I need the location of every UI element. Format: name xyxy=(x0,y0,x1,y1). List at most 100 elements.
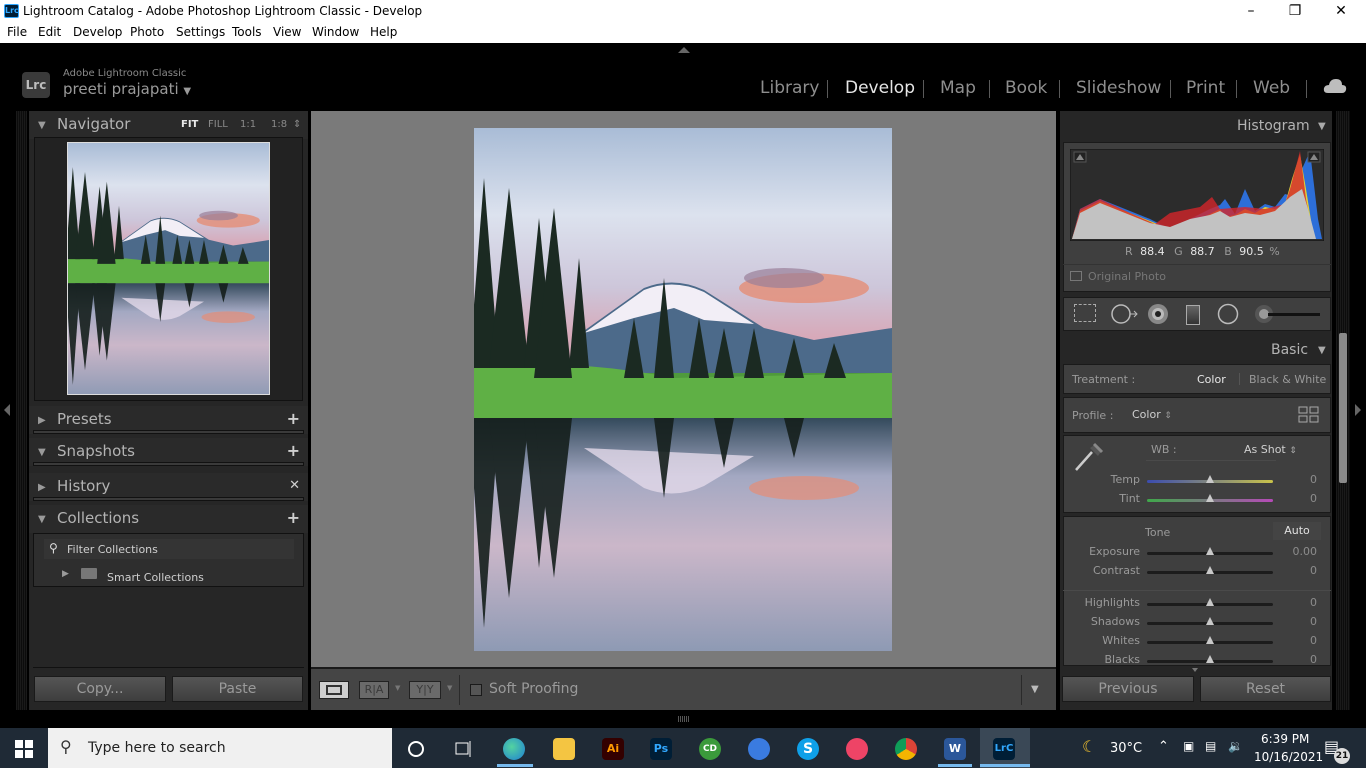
profile-browser-icon[interactable] xyxy=(1298,406,1320,424)
zoom-1-1[interactable]: 1:1 xyxy=(240,119,256,130)
module-print[interactable]: Print xyxy=(1186,78,1225,98)
collections-header[interactable]: ▼ Collections + xyxy=(29,505,308,533)
file-explorer-icon[interactable] xyxy=(553,738,575,760)
slider-value-temp[interactable]: 0 xyxy=(1277,473,1317,486)
radial-filter-icon[interactable] xyxy=(1216,303,1240,325)
module-library[interactable]: Library xyxy=(760,78,819,98)
slider-value-shadows[interactable]: 0 xyxy=(1277,615,1317,628)
cd-app-icon[interactable]: CD xyxy=(699,738,721,760)
before-after-swap-button[interactable]: Y|Y xyxy=(409,681,441,699)
windows-start-icon[interactable] xyxy=(15,740,33,758)
menu-photo[interactable]: Photo xyxy=(130,25,164,39)
volume-icon[interactable]: 🔉 xyxy=(1228,739,1243,753)
slider-thumb-contrast[interactable] xyxy=(1206,566,1214,574)
lightroom-classic-icon[interactable]: LrC xyxy=(993,738,1015,760)
menu-tools[interactable]: Tools xyxy=(232,25,262,39)
cortana-icon[interactable] xyxy=(406,739,426,759)
slider-value-contrast[interactable]: 0 xyxy=(1277,564,1317,577)
add-preset-icon[interactable]: + xyxy=(287,409,300,428)
slider-thumb-tint[interactable] xyxy=(1206,494,1214,502)
module-map[interactable]: Map xyxy=(940,78,976,98)
slider-thumb-shadows[interactable] xyxy=(1206,617,1214,625)
right-panel-scrollbar[interactable] xyxy=(1339,333,1347,483)
treatment-bw-option[interactable]: Black & White xyxy=(1249,373,1326,386)
collapse-left-panel-icon[interactable] xyxy=(4,404,10,416)
clear-history-icon[interactable]: ✕ xyxy=(289,478,300,493)
restore-button[interactable]: ❐ xyxy=(1272,0,1318,23)
slider-thumb-blacks[interactable] xyxy=(1206,655,1214,663)
zoom-fit[interactable]: FIT xyxy=(181,119,198,130)
slider-thumb-temp[interactable] xyxy=(1206,475,1214,483)
photoshop-icon[interactable]: Ps xyxy=(650,738,672,760)
eyedropper-icon[interactable] xyxy=(1072,440,1106,474)
illustrator-icon[interactable]: Ai xyxy=(602,738,624,760)
add-collection-icon[interactable]: + xyxy=(287,508,300,527)
taskbar-search-input[interactable]: ⚲ Type here to search xyxy=(48,728,392,768)
soft-proofing-checkbox[interactable] xyxy=(470,684,482,696)
module-book[interactable]: Book xyxy=(1005,78,1047,98)
menu-file[interactable]: File xyxy=(7,25,27,39)
slider-thumb-whites[interactable] xyxy=(1206,636,1214,644)
graduated-filter-icon[interactable] xyxy=(1186,305,1200,325)
crop-tool-icon[interactable] xyxy=(1074,304,1096,322)
skype-icon[interactable]: S xyxy=(797,738,819,760)
word-icon[interactable]: W xyxy=(944,738,966,760)
module-develop[interactable]: Develop xyxy=(845,78,915,98)
triangle-down-icon[interactable]: ▼ xyxy=(1318,345,1326,356)
app-icon[interactable] xyxy=(748,738,770,760)
slider-value-blacks[interactable]: 0 xyxy=(1277,653,1317,666)
filmstrip-toggle-icon[interactable] xyxy=(678,716,690,722)
menu-window[interactable]: Window xyxy=(312,25,359,39)
spot-removal-icon[interactable] xyxy=(1110,303,1140,325)
menu-settings[interactable]: Settings xyxy=(176,25,225,39)
slider-value-exposure[interactable]: 0.00 xyxy=(1277,545,1318,558)
collapse-right-panel-icon[interactable] xyxy=(1355,404,1361,416)
menu-edit[interactable]: Edit xyxy=(38,25,61,39)
slider-value-highlights[interactable]: 0 xyxy=(1277,596,1317,609)
menu-view[interactable]: View xyxy=(273,25,301,39)
menu-develop[interactable]: Develop xyxy=(73,25,122,39)
navigator-header[interactable]: ▼ Navigator FIT FILL 1:1 1:8 ⇕ xyxy=(29,111,308,139)
identity-user[interactable]: preeti prajapati ▼ xyxy=(63,80,191,98)
histogram-label[interactable]: Histogram xyxy=(1237,118,1310,134)
histogram-chart[interactable] xyxy=(1070,149,1324,241)
slider-thumb-highlights[interactable] xyxy=(1206,598,1214,606)
paste-button[interactable]: Paste xyxy=(172,676,303,702)
auto-tone-button[interactable]: Auto xyxy=(1273,522,1321,540)
module-slideshow[interactable]: Slideshow xyxy=(1076,78,1161,98)
adjustment-brush-icon[interactable] xyxy=(1254,303,1324,325)
snip-tool-icon[interactable] xyxy=(846,738,868,760)
treatment-color-option[interactable]: Color xyxy=(1197,373,1226,386)
network-icon[interactable]: ▤ xyxy=(1205,739,1216,753)
task-view-icon[interactable] xyxy=(454,739,474,759)
show-hidden-icons[interactable]: ⌃ xyxy=(1158,739,1169,754)
previous-button[interactable]: Previous xyxy=(1062,676,1194,702)
wb-dropdown[interactable]: As Shot ⇕ xyxy=(1244,443,1297,456)
slider-value-tint[interactable]: 0 xyxy=(1277,492,1317,505)
edge-icon[interactable] xyxy=(503,738,525,760)
copy-button[interactable]: Copy... xyxy=(34,676,166,702)
basic-panel-label[interactable]: Basic xyxy=(1271,342,1308,358)
weather-temp[interactable]: 30°C xyxy=(1110,741,1142,756)
zoom-1-8[interactable]: 1:8 xyxy=(271,119,287,130)
slider-thumb-exposure[interactable] xyxy=(1206,547,1214,555)
zoom-stepper-icon[interactable]: ⇕ xyxy=(293,119,301,130)
chrome-icon[interactable] xyxy=(895,738,917,760)
navigator-thumbnail[interactable] xyxy=(67,142,270,395)
chevron-down-icon[interactable]: ▼ xyxy=(447,684,452,692)
original-photo-checkbox[interactable] xyxy=(1070,271,1082,281)
clock-date[interactable]: 10/16/2021 xyxy=(1254,750,1323,764)
weather-icon[interactable]: ☾ xyxy=(1082,737,1096,756)
history-header[interactable]: ▶ History ✕ xyxy=(29,473,308,501)
toolbar-content-dropdown-icon[interactable]: ▼ xyxy=(1031,684,1039,695)
meet-now-icon[interactable]: ▣ xyxy=(1183,739,1194,753)
close-button[interactable]: ✕ xyxy=(1318,0,1364,23)
collapse-top-panel-icon[interactable] xyxy=(678,47,690,53)
filter-collections-input[interactable]: ⚲ Filter Collections xyxy=(44,539,294,559)
profile-dropdown[interactable]: Color ⇕ xyxy=(1132,408,1172,421)
red-eye-icon[interactable] xyxy=(1146,303,1170,325)
slider-value-whites[interactable]: 0 xyxy=(1277,634,1317,647)
menu-help[interactable]: Help xyxy=(370,25,397,39)
chevron-down-icon[interactable]: ▼ xyxy=(395,684,400,692)
main-photo[interactable] xyxy=(474,128,892,651)
